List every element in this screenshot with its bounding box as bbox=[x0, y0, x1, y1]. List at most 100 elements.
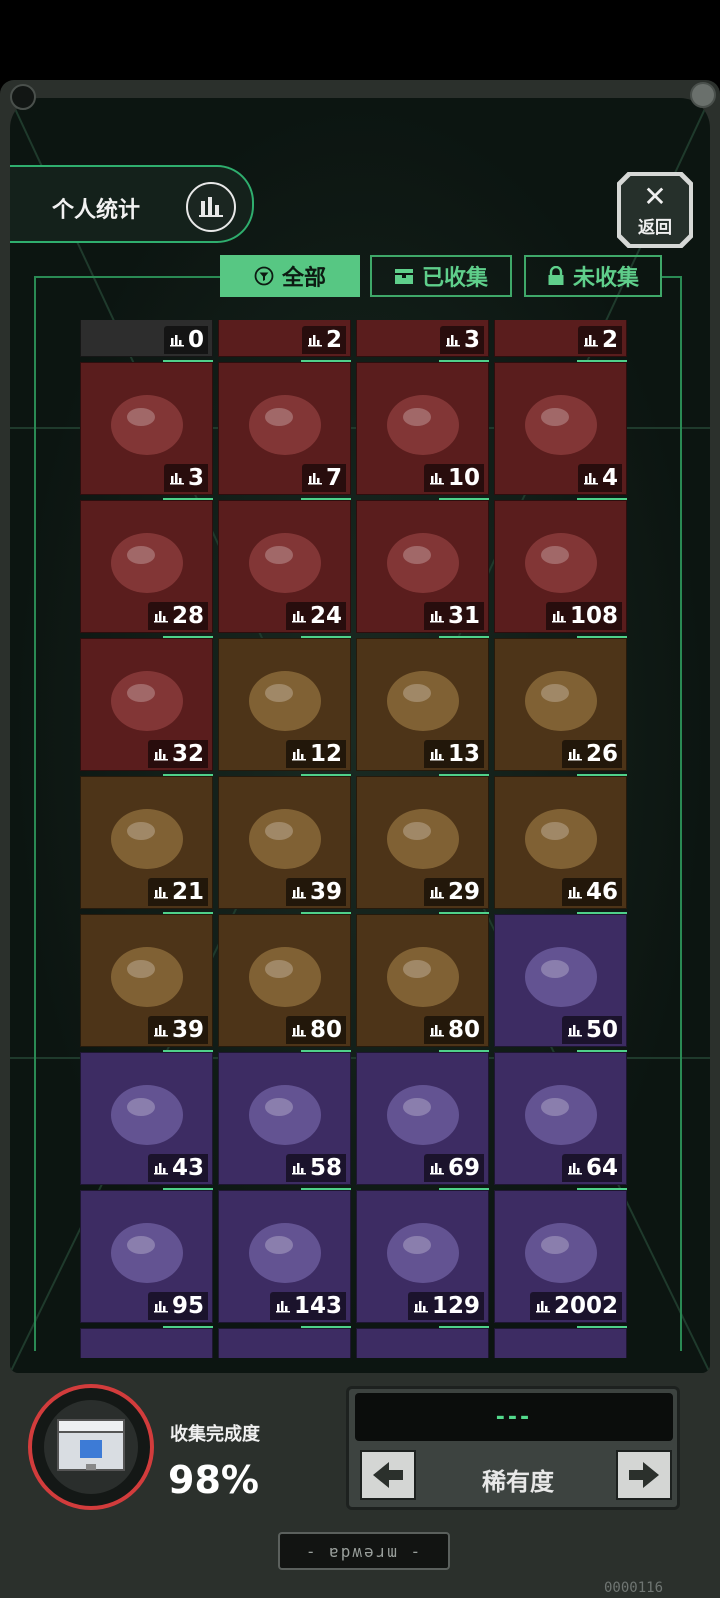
item-count: 13 bbox=[423, 740, 484, 768]
panel-border-top-right bbox=[662, 276, 682, 278]
collection-item[interactable]: 26 bbox=[494, 638, 627, 771]
item-count-value: 80 bbox=[447, 1017, 480, 1043]
item-count-value: 13 bbox=[447, 741, 480, 767]
item-count: 31 bbox=[423, 602, 484, 630]
collection-item[interactable]: 43 bbox=[80, 1052, 213, 1185]
close-icon: ✕ bbox=[643, 179, 667, 213]
collection-item[interactable]: 2 bbox=[494, 320, 627, 357]
stats-mini-icon bbox=[153, 1301, 168, 1313]
collection-item[interactable]: 32 bbox=[80, 638, 213, 771]
collection-item[interactable] bbox=[80, 1328, 213, 1358]
collection-item[interactable]: 4 bbox=[494, 362, 627, 495]
item-count: 24 bbox=[285, 602, 346, 630]
serial-number: 0000116 bbox=[604, 1580, 664, 1596]
rarity-display-value: --- bbox=[495, 1404, 533, 1430]
collection-item[interactable]: 39 bbox=[218, 776, 351, 909]
tab-uncollected[interactable]: 未收集 bbox=[524, 255, 662, 297]
tab-collected[interactable]: 已收集 bbox=[370, 255, 512, 297]
filter-icon bbox=[254, 266, 274, 286]
collection-item[interactable]: 143 bbox=[218, 1190, 351, 1323]
collection-item[interactable]: 108 bbox=[494, 500, 627, 633]
collection-item[interactable] bbox=[494, 1328, 627, 1358]
item-count: 46 bbox=[561, 878, 622, 906]
collection-item[interactable]: 7 bbox=[218, 362, 351, 495]
tab-all-label: 全部 bbox=[281, 266, 326, 291]
collection-item[interactable]: 13 bbox=[356, 638, 489, 771]
collection-item[interactable]: 3 bbox=[80, 362, 213, 495]
bar-chart-icon[interactable] bbox=[186, 182, 236, 232]
collection-item[interactable]: 12 bbox=[218, 638, 351, 771]
rarity-prev-button[interactable] bbox=[360, 1450, 416, 1500]
item-count: 2 bbox=[301, 326, 346, 354]
tab-collected-label: 已收集 bbox=[421, 266, 488, 291]
item-count: 39 bbox=[285, 878, 346, 906]
tab-all[interactable]: 全部 bbox=[220, 255, 360, 297]
item-count: 21 bbox=[147, 878, 208, 906]
collection-item[interactable]: 69 bbox=[356, 1052, 489, 1185]
rarity-next-button[interactable] bbox=[616, 1450, 672, 1500]
collection-item[interactable]: 80 bbox=[356, 914, 489, 1047]
item-count-value: 108 bbox=[569, 603, 618, 629]
item-count: 3 bbox=[163, 464, 208, 492]
stats-mini-icon bbox=[535, 1301, 550, 1313]
collection-item[interactable]: 28 bbox=[80, 500, 213, 633]
collection-item[interactable]: 39 bbox=[80, 914, 213, 1047]
panel-border-left bbox=[34, 276, 36, 1351]
item-count: 69 bbox=[423, 1154, 484, 1182]
collection-item[interactable]: 95 bbox=[80, 1190, 213, 1323]
item-count: 50 bbox=[561, 1016, 622, 1044]
collection-item[interactable]: 10 bbox=[356, 362, 489, 495]
stats-mini-icon bbox=[275, 1301, 290, 1313]
collection-item[interactable]: 50 bbox=[494, 914, 627, 1047]
collection-item[interactable]: 64 bbox=[494, 1052, 627, 1185]
collection-item[interactable]: 24 bbox=[218, 500, 351, 633]
collection-item[interactable]: 2 bbox=[218, 320, 351, 357]
arrow-left-icon bbox=[373, 1462, 403, 1488]
tab-uncollected-label: 未收集 bbox=[572, 266, 639, 291]
stats-mini-icon bbox=[307, 473, 322, 485]
back-button[interactable]: ✕ 返回 bbox=[617, 172, 693, 248]
page-title: 个人统计 bbox=[52, 198, 141, 223]
stats-mini-icon bbox=[429, 749, 444, 761]
collection-item[interactable]: 31 bbox=[356, 500, 489, 633]
collection-item[interactable]: 3 bbox=[356, 320, 489, 357]
item-count: 26 bbox=[561, 740, 622, 768]
item-count-value: 32 bbox=[171, 741, 204, 767]
collection-item[interactable]: 80 bbox=[218, 914, 351, 1047]
collection-grid: 0NEW2NEW3NEW2NEW3NEW7NEW10NEW4NEW28NEW24… bbox=[80, 320, 636, 1358]
stats-mini-icon bbox=[307, 335, 322, 347]
item-count: 10 bbox=[423, 464, 484, 492]
item-count-value: 26 bbox=[585, 741, 618, 767]
stats-mini-icon bbox=[583, 335, 598, 347]
item-count: 2 bbox=[577, 326, 622, 354]
collection-item[interactable]: 46 bbox=[494, 776, 627, 909]
item-count: 12 bbox=[285, 740, 346, 768]
collection-item[interactable]: 29 bbox=[356, 776, 489, 909]
collection-item[interactable]: 2002 bbox=[494, 1190, 627, 1323]
arrow-right-icon bbox=[629, 1462, 659, 1488]
collection-item[interactable]: 0 bbox=[80, 320, 213, 357]
stats-mini-icon bbox=[413, 1301, 428, 1313]
storage-box-icon bbox=[57, 1419, 125, 1471]
stats-mini-icon bbox=[429, 611, 444, 623]
stats-mini-icon bbox=[445, 335, 460, 347]
stats-mini-icon bbox=[567, 1163, 582, 1175]
item-count-value: 2002 bbox=[553, 1293, 618, 1319]
collection-item[interactable] bbox=[356, 1328, 489, 1358]
collection-item[interactable]: 21 bbox=[80, 776, 213, 909]
item-count: 143 bbox=[269, 1292, 346, 1320]
completion-inner bbox=[44, 1400, 138, 1494]
item-count: 43 bbox=[147, 1154, 208, 1182]
item-count: 108 bbox=[545, 602, 622, 630]
stats-mini-icon bbox=[291, 749, 306, 761]
item-count-value: 143 bbox=[293, 1293, 342, 1319]
item-count-value: 2 bbox=[601, 327, 618, 353]
completion-label: 收集完成度 bbox=[170, 1424, 260, 1445]
collection-item[interactable]: 58 bbox=[218, 1052, 351, 1185]
collection-item[interactable] bbox=[218, 1328, 351, 1358]
collection-item[interactable]: 129 bbox=[356, 1190, 489, 1323]
stats-mini-icon bbox=[429, 887, 444, 899]
box-icon bbox=[394, 269, 413, 284]
item-count-value: 4 bbox=[601, 465, 618, 491]
item-count-value: 80 bbox=[309, 1017, 342, 1043]
